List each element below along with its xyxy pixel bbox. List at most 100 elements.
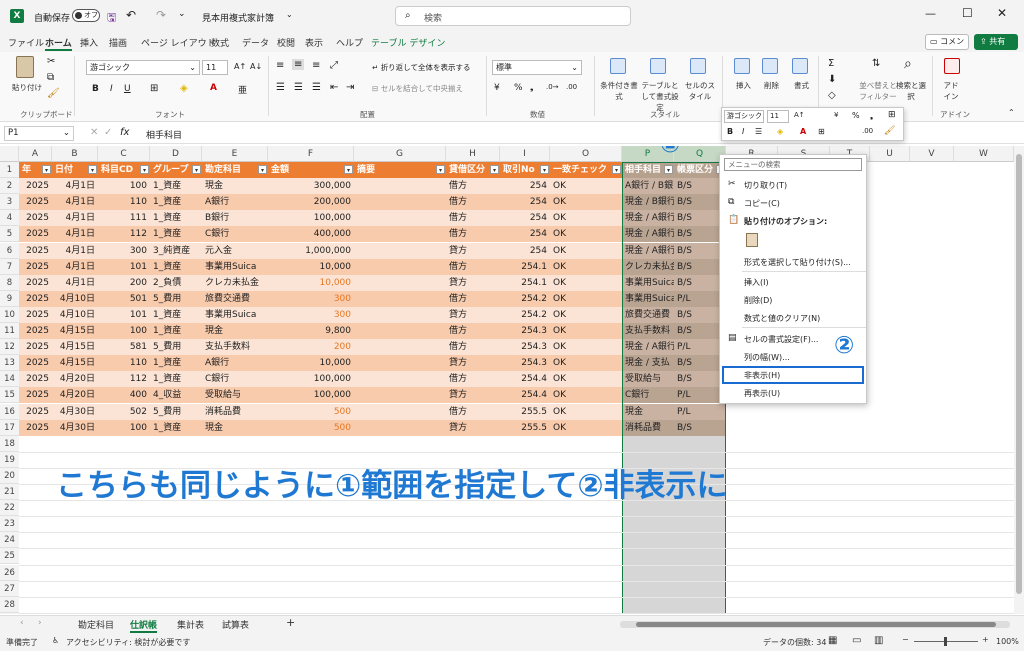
- table-cell[interactable]: 4月1日: [52, 274, 98, 291]
- mini-painter-icon[interactable]: 🖌: [884, 126, 895, 136]
- indent-icon[interactable]: ⇤: [330, 82, 338, 93]
- table-cell[interactable]: 4_収益: [150, 387, 202, 404]
- row-header[interactable]: 1: [0, 162, 19, 178]
- row-header[interactable]: 12: [0, 339, 19, 356]
- table-cell[interactable]: 4月10日: [52, 306, 98, 323]
- row-header[interactable]: 19: [0, 451, 19, 468]
- filter-dropdown-icon[interactable]: ▾: [140, 165, 149, 174]
- tab-review[interactable]: 校閲: [277, 36, 295, 49]
- table-cell[interactable]: 1_資産: [150, 419, 202, 436]
- table-cell[interactable]: OK: [550, 306, 622, 323]
- table-cell[interactable]: 100,000: [268, 371, 354, 388]
- row-header[interactable]: 4: [0, 210, 19, 227]
- table-cell[interactable]: OK: [550, 210, 622, 227]
- table-cell[interactable]: 2025: [19, 290, 52, 307]
- addins-button[interactable]: アドイン: [940, 80, 962, 102]
- table-cell[interactable]: A銀行: [202, 194, 268, 211]
- table-cell[interactable]: 254: [500, 210, 550, 227]
- table-cell[interactable]: 400,000: [268, 226, 354, 243]
- table-cell[interactable]: 受取給与: [202, 387, 268, 404]
- row-header[interactable]: 27: [0, 580, 19, 597]
- page-break-view-icon[interactable]: ▥: [874, 635, 883, 646]
- delete-cells-button[interactable]: 削除: [764, 80, 779, 91]
- table-cell[interactable]: [354, 242, 446, 259]
- table-cell[interactable]: 4月30日: [52, 419, 98, 436]
- filter-dropdown-icon[interactable]: ▾: [42, 165, 51, 174]
- comment-button[interactable]: ▭ コメント: [925, 34, 969, 60]
- table-cell[interactable]: 112: [98, 371, 150, 388]
- increase-decimal-icon[interactable]: .0→: [546, 83, 559, 91]
- menu-item-format-cells[interactable]: セルの書式設定(F)...: [744, 334, 818, 345]
- table-cell[interactable]: [354, 339, 446, 356]
- table-cell[interactable]: 255.5: [500, 403, 550, 420]
- table-cell[interactable]: 100: [98, 419, 150, 436]
- table-header-cell[interactable]: グループ ▾: [150, 162, 202, 178]
- row-header[interactable]: 5: [0, 226, 19, 243]
- percent-icon[interactable]: %: [514, 83, 523, 93]
- filter-dropdown-icon[interactable]: ▾: [612, 165, 621, 174]
- align-right-icon[interactable]: ☰: [312, 82, 321, 93]
- mini-fill-icon[interactable]: ◈: [777, 127, 783, 136]
- mini-align-icon[interactable]: ☰: [755, 127, 762, 136]
- table-cell[interactable]: [354, 290, 446, 307]
- table-cell[interactable]: [354, 387, 446, 404]
- wrap-text-button[interactable]: ↵ 折り返して全体を表示する: [372, 62, 470, 73]
- table-cell[interactable]: 事業用Suica: [202, 306, 268, 323]
- table-header-cell[interactable]: 科目CD ▾: [98, 162, 150, 178]
- table-cell[interactable]: 100,000: [268, 210, 354, 227]
- table-cell[interactable]: 100: [98, 323, 150, 339]
- table-header-cell[interactable]: 一致チェック ▾: [550, 162, 622, 178]
- cell-styles-icon[interactable]: [690, 58, 706, 74]
- outdent-icon[interactable]: ⇥: [346, 82, 354, 93]
- table-cell[interactable]: 借方: [446, 258, 500, 275]
- table-cell[interactable]: 2025: [19, 419, 52, 436]
- table-cell[interactable]: OK: [550, 274, 622, 291]
- table-cell[interactable]: 1_資産: [150, 258, 202, 275]
- scroll-right-icon[interactable]: ›: [38, 618, 42, 628]
- table-cell[interactable]: 借方: [446, 323, 500, 339]
- table-cell[interactable]: OK: [550, 419, 622, 436]
- column-header[interactable]: A: [19, 146, 52, 162]
- table-cell[interactable]: OK: [550, 178, 622, 195]
- sheet-tab-journal[interactable]: 仕訳帳: [130, 618, 158, 633]
- enter-icon[interactable]: ✓: [104, 127, 112, 138]
- table-cell[interactable]: OK: [550, 242, 622, 259]
- table-cell[interactable]: 2025: [19, 194, 52, 211]
- border-icon[interactable]: ⊞: [150, 83, 158, 94]
- accessibility-status[interactable]: アクセシビリティ: 検討が必要です: [66, 637, 190, 648]
- table-cell[interactable]: 貸方: [446, 419, 500, 436]
- formula-input[interactable]: 相手科目: [146, 128, 182, 141]
- table-header-cell[interactable]: 金額 ▾: [268, 162, 354, 178]
- cell-styles-button[interactable]: セルのスタイル: [684, 80, 716, 102]
- sheet-tab-accounts[interactable]: 勘定科目: [78, 618, 114, 631]
- table-cell[interactable]: 200,000: [268, 194, 354, 211]
- format-cells-button[interactable]: 書式: [794, 80, 809, 91]
- row-header[interactable]: 21: [0, 484, 19, 500]
- grow-font-icon[interactable]: A↑: [234, 62, 246, 71]
- sheet-tab-summary[interactable]: 集計表: [177, 618, 204, 631]
- merge-center-button[interactable]: ⊟ セルを結合して中央揃え: [372, 83, 463, 94]
- table-cell[interactable]: 110: [98, 194, 150, 211]
- table-cell[interactable]: [354, 258, 446, 275]
- table-cell[interactable]: OK: [550, 371, 622, 388]
- table-header-cell[interactable]: 取引No ▾: [500, 162, 550, 178]
- table-cell[interactable]: [354, 403, 446, 420]
- select-all-corner[interactable]: [0, 146, 19, 162]
- table-cell[interactable]: [354, 226, 446, 243]
- fill-icon[interactable]: ⬇: [828, 74, 836, 85]
- tab-data[interactable]: データ: [242, 36, 269, 49]
- paste-icon[interactable]: [16, 56, 34, 78]
- align-center-icon[interactable]: ☰: [294, 82, 303, 93]
- collapse-ribbon-icon[interactable]: ⌃: [1008, 108, 1015, 117]
- table-cell[interactable]: OK: [550, 387, 622, 404]
- close-icon[interactable]: ✕: [997, 6, 1007, 20]
- column-header[interactable]: O: [550, 146, 622, 162]
- table-cell[interactable]: [354, 419, 446, 436]
- addins-icon[interactable]: [944, 58, 960, 74]
- table-cell[interactable]: 110: [98, 355, 150, 372]
- table-cell[interactable]: 101: [98, 258, 150, 275]
- table-cell[interactable]: 2025: [19, 274, 52, 291]
- paste-option-icon[interactable]: [746, 233, 758, 247]
- table-cell[interactable]: 111: [98, 210, 150, 227]
- row-header[interactable]: 10: [0, 306, 19, 323]
